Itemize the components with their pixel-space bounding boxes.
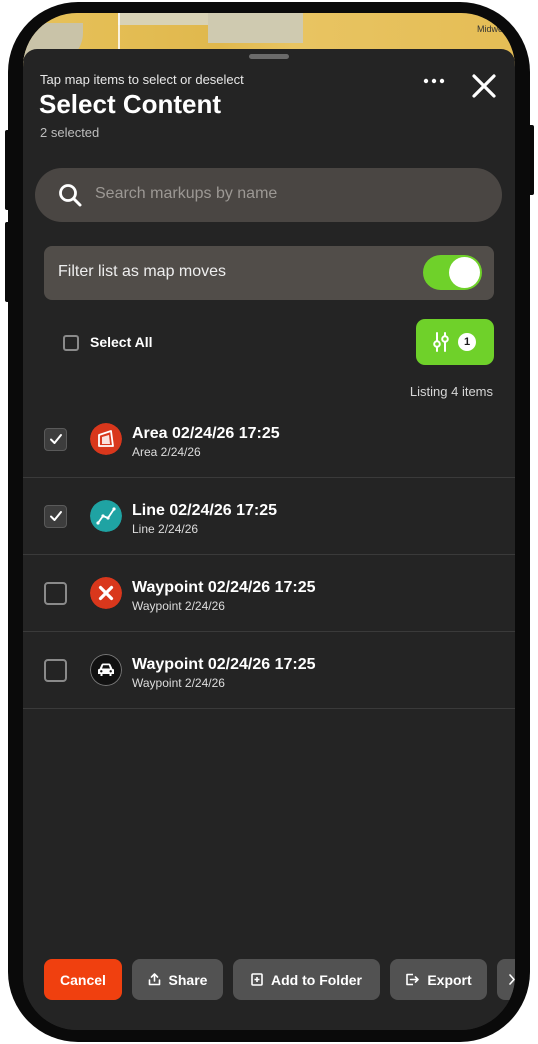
filter-count-badge: 1 bbox=[458, 333, 476, 351]
filter-toggle-switch[interactable] bbox=[423, 255, 482, 290]
map-road bbox=[118, 13, 120, 53]
list-item[interactable]: Line 02/24/26 17:25 Line 2/24/26 bbox=[23, 478, 515, 555]
search-placeholder: Search markups by name bbox=[95, 185, 278, 202]
checkbox[interactable] bbox=[63, 335, 79, 351]
item-name: Line 02/24/26 17:25 bbox=[132, 502, 277, 519]
page-title: Select Content bbox=[39, 89, 222, 119]
more-options-button[interactable] bbox=[421, 75, 447, 93]
item-checkbox[interactable] bbox=[44, 505, 67, 528]
markup-list: Area 02/24/26 17:25 Area 2/24/26 Line 02… bbox=[23, 401, 515, 709]
list-item[interactable]: Waypoint 02/24/26 17:25 Waypoint 2/24/26 bbox=[23, 555, 515, 632]
map-town-label: Midwe bbox=[476, 24, 503, 34]
map-terrain bbox=[208, 13, 303, 43]
item-checkbox[interactable] bbox=[44, 659, 67, 682]
add-to-folder-button[interactable]: Add to Folder bbox=[233, 959, 380, 1000]
folder-add-icon bbox=[251, 973, 263, 986]
checkmark-icon bbox=[50, 511, 62, 521]
overflow-action-icon bbox=[509, 974, 515, 985]
side-button-volume bbox=[5, 222, 11, 302]
listing-count: Listing 4 items bbox=[409, 384, 493, 399]
ellipsis-icon bbox=[423, 78, 445, 84]
share-button[interactable]: Share bbox=[132, 959, 223, 1000]
line-icon bbox=[90, 500, 122, 532]
item-checkbox[interactable] bbox=[44, 582, 67, 605]
search-icon bbox=[59, 184, 82, 207]
action-bar: Cancel Share Add to Folder Export bbox=[23, 959, 515, 1001]
item-subtitle: Waypoint 2/24/26 bbox=[132, 676, 225, 690]
export-icon bbox=[406, 973, 420, 986]
share-icon bbox=[148, 973, 160, 986]
sliders-icon bbox=[433, 332, 449, 352]
export-button[interactable]: Export bbox=[390, 959, 487, 1000]
item-name: Waypoint 02/24/26 17:25 bbox=[132, 656, 316, 673]
search-input[interactable]: Search markups by name bbox=[35, 168, 502, 222]
selected-count: 2 selected bbox=[40, 125, 100, 140]
area-icon bbox=[90, 423, 122, 455]
close-button[interactable] bbox=[469, 71, 499, 101]
screen: Midwe Tap map items to select or deselec… bbox=[23, 13, 515, 1030]
filter-settings-button[interactable]: 1 bbox=[416, 319, 494, 365]
share-label: Share bbox=[168, 971, 208, 988]
export-label: Export bbox=[427, 971, 472, 988]
select-content-sheet: Tap map items to select or deselect Sele… bbox=[23, 49, 515, 1030]
x-mark-icon bbox=[90, 577, 122, 609]
item-subtitle: Line 2/24/26 bbox=[132, 522, 199, 536]
close-icon bbox=[472, 74, 496, 98]
more-actions-button[interactable] bbox=[497, 959, 515, 1000]
map-terrain bbox=[118, 13, 208, 25]
toggle-knob bbox=[449, 257, 480, 288]
item-subtitle: Area 2/24/26 bbox=[132, 445, 201, 459]
item-name: Waypoint 02/24/26 17:25 bbox=[132, 579, 316, 596]
filter-toggle-label: Filter list as map moves bbox=[58, 263, 227, 280]
checkmark-icon bbox=[50, 434, 62, 444]
instruction-text: Tap map items to select or deselect bbox=[40, 72, 244, 87]
select-all-label: Select All bbox=[90, 334, 153, 350]
add-to-folder-label: Add to Folder bbox=[271, 971, 362, 988]
item-checkbox[interactable] bbox=[44, 428, 67, 451]
item-name: Area 02/24/26 17:25 bbox=[132, 425, 280, 442]
item-subtitle: Waypoint 2/24/26 bbox=[132, 599, 225, 613]
list-item[interactable]: Area 02/24/26 17:25 Area 2/24/26 bbox=[23, 401, 515, 478]
car-icon bbox=[90, 654, 122, 686]
list-item[interactable]: Waypoint 02/24/26 17:25 Waypoint 2/24/26 bbox=[23, 632, 515, 709]
side-button-power bbox=[528, 125, 534, 195]
cancel-button[interactable]: Cancel bbox=[44, 959, 122, 1000]
side-button-silent bbox=[5, 130, 11, 210]
sheet-grabber[interactable] bbox=[249, 54, 289, 59]
cancel-label: Cancel bbox=[60, 971, 106, 988]
filter-map-moves-row: Filter list as map moves bbox=[44, 246, 494, 300]
